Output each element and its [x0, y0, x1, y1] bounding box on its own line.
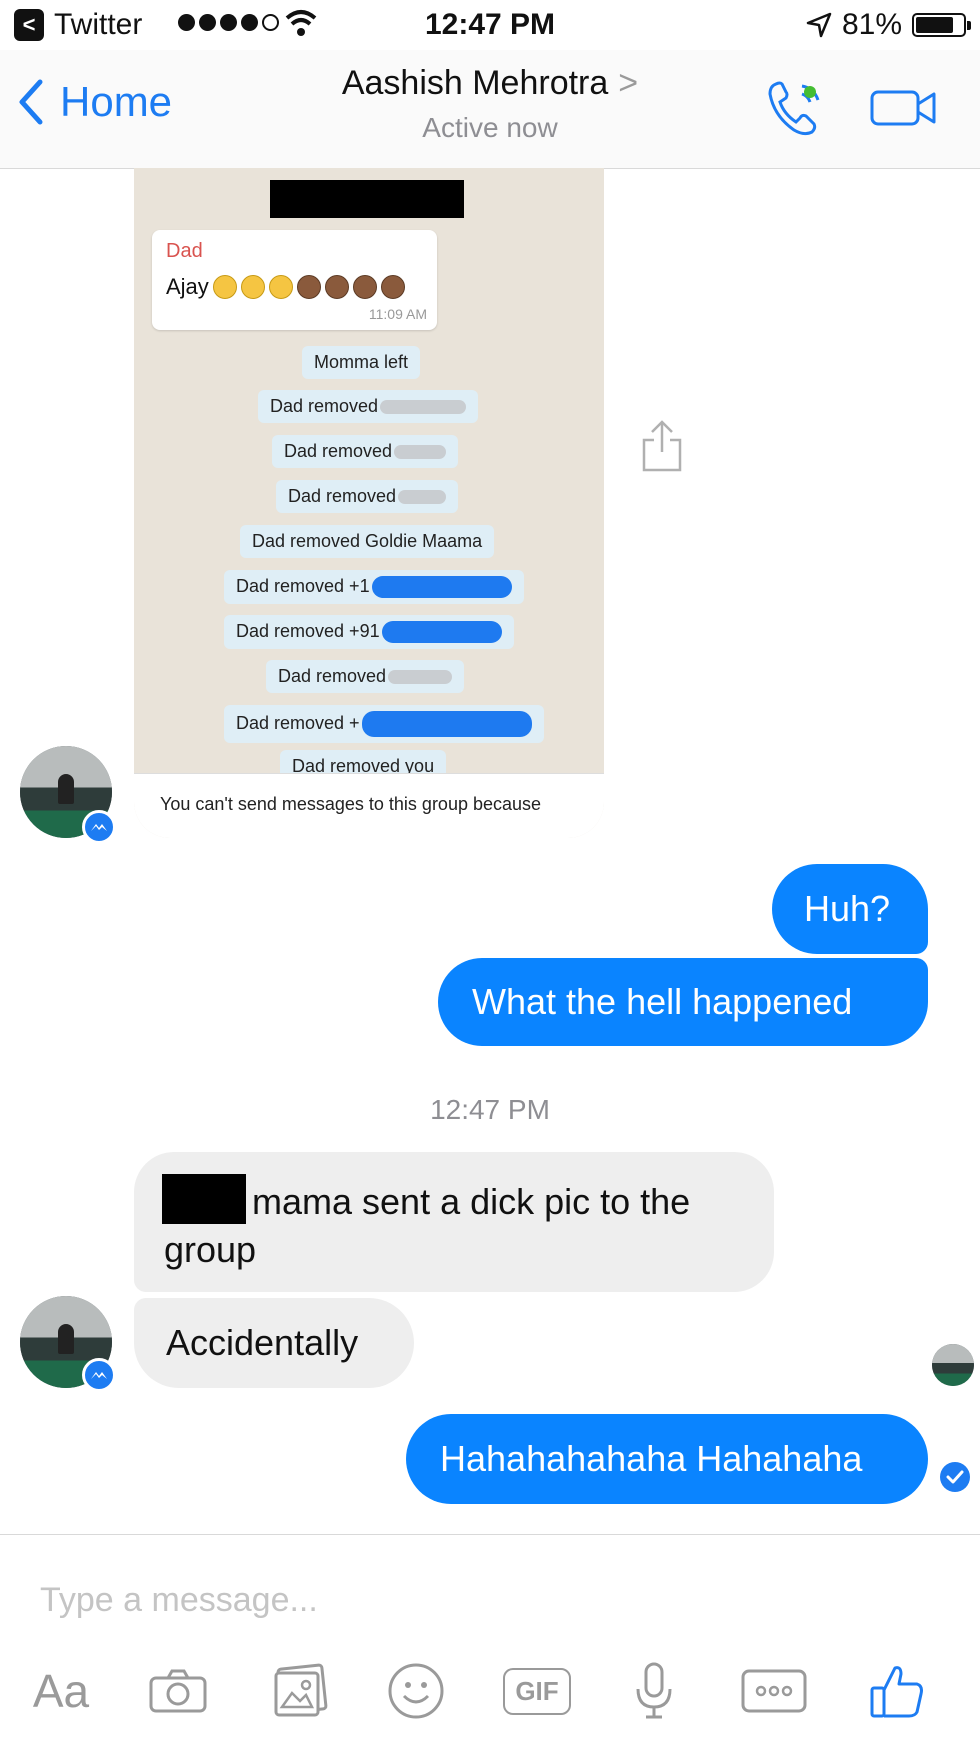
system-message: Dad removed Goldie Maama — [240, 525, 495, 558]
group-footer-text: You can't send messages to this group be… — [160, 794, 542, 814]
redaction-bar — [162, 1174, 246, 1224]
chevron-right-icon: > — [618, 64, 639, 102]
text-format-button[interactable]: Aa — [26, 1659, 96, 1723]
camera-icon[interactable] — [146, 1659, 210, 1723]
battery-percent: 81% — [841, 8, 902, 41]
gif-icon: GIF — [503, 1667, 571, 1715]
thumbs-up-icon[interactable] — [866, 1659, 930, 1723]
composer-toolbar: Aa GIF — [0, 1659, 980, 1729]
messenger-badge-icon — [82, 1358, 116, 1392]
battery-icon — [912, 13, 971, 37]
outgoing-message[interactable]: Huh? — [772, 864, 928, 954]
grin-emoji-icon — [268, 275, 293, 299]
message-sender: Dad — [166, 240, 203, 262]
microphone-icon[interactable] — [632, 1659, 676, 1723]
message-text-content: Ajay — [166, 274, 209, 299]
messenger-badge-icon — [82, 810, 116, 844]
system-message: Dad removed +1 — [224, 570, 524, 605]
redaction-bar — [270, 180, 464, 218]
status-bar: < Twitter 12:47 PM 81% — [0, 0, 980, 50]
phone-call-icon[interactable] — [764, 76, 828, 140]
delivered-check-icon — [940, 1462, 970, 1492]
contact-name-text: Aashish Mehrotra — [341, 64, 609, 102]
grin-emoji-icon — [212, 275, 237, 299]
incoming-message[interactable]: mama sent a dick pic to the group — [134, 1152, 774, 1292]
active-status: Active now — [422, 112, 558, 143]
see-no-evil-monkey-icon — [324, 275, 349, 299]
conversation-header: Home Aashish Mehrotra > Active now — [0, 50, 980, 169]
gif-button[interactable]: GIF — [503, 1659, 571, 1723]
emoji-icon[interactable] — [386, 1659, 446, 1723]
system-message: Dad removed — [272, 435, 459, 468]
message-composer: Aa GIF — [0, 1534, 980, 1743]
incoming-message-text: Accidentally — [166, 1322, 359, 1363]
grin-emoji-icon — [240, 275, 265, 299]
location-arrow-icon — [806, 12, 832, 38]
system-message: Dad removed — [276, 480, 459, 513]
message-time: 11:09 AM — [368, 306, 427, 322]
see-no-evil-monkey-icon — [352, 275, 377, 299]
message-input[interactable] — [40, 1575, 940, 1625]
outgoing-message[interactable]: Hahahahahaha Hahahaha — [406, 1414, 928, 1504]
outgoing-message[interactable]: What the hell happened — [438, 958, 928, 1046]
system-message: Dad removed — [258, 390, 479, 423]
outgoing-message-text: Hahahahahaha Hahahaha — [440, 1438, 863, 1479]
system-message: Dad removed — [266, 660, 465, 693]
share-icon[interactable] — [640, 418, 684, 474]
outgoing-message-text: What the hell happened — [472, 981, 853, 1022]
shared-screenshot-image[interactable]: Dad Ajay 11:09 AM Momma left Dad removed… — [134, 168, 604, 838]
video-call-icon[interactable] — [870, 88, 938, 128]
seen-avatar — [932, 1344, 974, 1386]
more-icon[interactable] — [740, 1659, 808, 1723]
system-message: Momma left — [302, 346, 421, 379]
photo-icon[interactable] — [270, 1659, 330, 1723]
message-text: Ajay — [166, 274, 405, 300]
system-message: Dad removed + — [224, 705, 544, 743]
timestamp-separator: 12:47 PM — [430, 1094, 550, 1125]
text-format-label: Aa — [32, 1665, 90, 1717]
see-no-evil-monkey-icon — [296, 275, 321, 299]
outgoing-message-text: Huh? — [804, 888, 891, 929]
contact-name[interactable]: Aashish Mehrotra > — [0, 64, 980, 103]
system-message: Dad removed +91 — [224, 615, 514, 650]
incoming-message[interactable]: Accidentally — [134, 1298, 414, 1388]
whatsapp-message: Dad Ajay 11:09 AM — [152, 230, 437, 330]
see-no-evil-monkey-icon — [380, 275, 405, 299]
group-footer: You can't send messages to this group be… — [134, 773, 604, 838]
